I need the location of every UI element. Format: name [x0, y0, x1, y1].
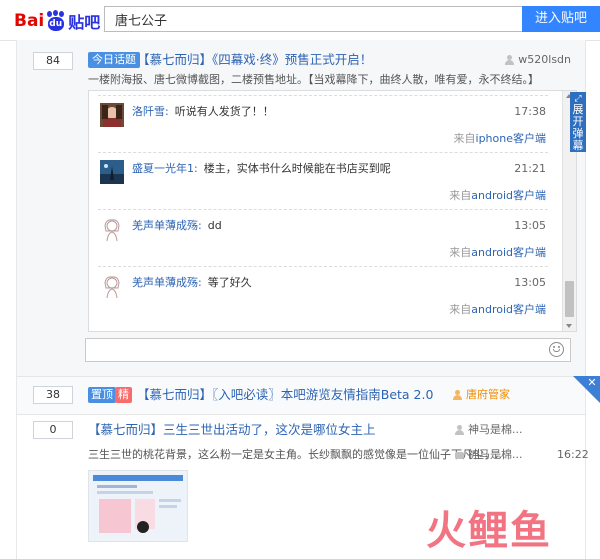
enter-tieba-button[interactable]: 进入贴吧: [522, 6, 600, 32]
comment-source-link[interactable]: android客户端: [471, 246, 546, 259]
avatar[interactable]: [100, 103, 124, 127]
last-reply-time: 16:22: [557, 448, 589, 461]
comment-source-prefix: 来自: [449, 246, 472, 259]
comment-user[interactable]: 洛阡雪: 听说有人发货了！！: [132, 105, 274, 119]
comment-user[interactable]: 羌声单薄成殇: 等了好久: [132, 276, 252, 290]
reply-count-badge: 84: [33, 52, 73, 70]
comment-time: 13:05: [514, 219, 546, 232]
reply-count-badge: 0: [33, 421, 73, 439]
thread-author-name: 神马是棉...: [468, 423, 523, 436]
comment-user[interactable]: 羌声单薄成殇: dd: [132, 219, 222, 233]
thread-title-link[interactable]: 【慕七而归】《四幕戏·终》预售正式开启！: [137, 52, 372, 68]
close-icon[interactable]: ✕: [585, 377, 599, 391]
comment-source-link[interactable]: android客户端: [471, 303, 546, 316]
comment-item: 洛阡雪: 听说有人发货了！！ 17:38 来自iphone客户端: [98, 95, 548, 153]
thread-author[interactable]: 唐府管家: [453, 387, 510, 403]
search-input[interactable]: [104, 6, 522, 32]
expand-danmaku-button[interactable]: ⤢ 展开弹幕: [570, 92, 586, 152]
user-icon: [505, 55, 515, 65]
thread-author-name: w520lsdn: [518, 53, 571, 66]
user-icon: [455, 425, 464, 435]
last-replier[interactable]: 神马是棉...: [455, 448, 523, 462]
reply-bubble-icon: [455, 451, 464, 459]
thread-author-name: 唐府管家: [466, 388, 510, 401]
comment-source: 来自android客户端: [449, 189, 546, 203]
reply-input[interactable]: [85, 338, 571, 362]
logo-du-text: du: [49, 19, 63, 29]
expand-danmaku-label: 展开弹幕: [572, 103, 584, 152]
comment-text: dd: [207, 219, 222, 232]
avatar[interactable]: [100, 274, 124, 299]
comment-user-name: 羌声单薄成殇:: [132, 276, 202, 289]
comment-source: 来自iphone客户端: [454, 132, 546, 146]
comment-source: 来自android客户端: [449, 246, 546, 260]
scrollbar-thumb[interactable]: [565, 281, 574, 317]
logo-bai-text: Bai: [14, 11, 45, 31]
comment-user-name: 羌声单薄成殇:: [132, 219, 202, 232]
comment-source-prefix: 来自: [449, 189, 472, 202]
essence-tag: 精: [115, 387, 132, 403]
thread-thumbnail-image[interactable]: [88, 470, 188, 542]
thread-abstract: 一楼附海报、唐七微博截图，二楼预售地址。【当戏幕降下，曲终人散，唯有爱，永不终结…: [88, 73, 539, 86]
comment-source-link[interactable]: iphone客户端: [476, 132, 546, 145]
comment-text: 楼主，实体书什么时候能在书店买到呢: [203, 162, 391, 175]
baidu-paw-icon: du: [45, 10, 67, 32]
comment-time: 21:21: [514, 162, 546, 175]
comment-time: 13:05: [514, 276, 546, 289]
user-icon: [453, 390, 462, 400]
tieba-logo[interactable]: Bai du 贴吧: [14, 8, 100, 34]
today-topic-tag: 今日话题: [88, 52, 140, 68]
top-bar: Bai du 贴吧 进入贴吧: [0, 0, 600, 41]
comment-text: 等了好久: [207, 276, 252, 289]
scroll-down-arrow-icon[interactable]: [566, 324, 572, 328]
comment-user-name: 盛夏一光年1:: [132, 162, 198, 175]
reply-count-badge: 38: [33, 386, 73, 404]
comment-user[interactable]: 盛夏一光年1: 楼主，实体书什么时候能在书店买到呢: [132, 162, 391, 176]
thread-list: 84 今日话题 【慕七而归】《四幕戏·终》预售正式开启！ w520lsdn 一楼…: [16, 40, 600, 559]
thread-author[interactable]: w520lsdn: [505, 52, 571, 68]
comment-item: 盛夏一光年1: 楼主，实体书什么时候能在书店买到呢 21:21 来自android…: [98, 152, 548, 210]
comment-user-name: 洛阡雪:: [132, 105, 169, 118]
comment-source: 来自android客户端: [449, 303, 546, 317]
comment-text: 听说有人发货了！！: [174, 105, 274, 118]
pinned-tag: 置顶: [88, 387, 116, 403]
thread-title-link[interactable]: 【慕七而归】〖入吧必读〗本吧游览友情指南Beta 2.0: [137, 387, 433, 403]
emoji-smile-icon[interactable]: [549, 342, 564, 357]
avatar[interactable]: [100, 217, 124, 242]
thread-title-link[interactable]: 【慕七而归】三生三世出活动了，这次是哪位女主上: [88, 422, 376, 438]
last-replier-name: 神马是棉...: [468, 448, 523, 461]
comment-item: 羌声单薄成殇: dd 13:05 来自android客户端: [98, 209, 548, 267]
comment-item: 羌声单薄成殇: 等了好久 13:05 来自android客户端: [98, 266, 548, 324]
logo-tieba-text: 贴吧: [68, 13, 101, 32]
comment-time: 17:38: [514, 105, 546, 118]
thread-author[interactable]: 神马是棉...: [455, 422, 523, 438]
comment-source-link[interactable]: android客户端: [471, 189, 546, 202]
bullet-comment-box: 洛阡雪: 听说有人发货了！！ 17:38 来自iphone客户端 盛夏一光年1: 楼…: [88, 90, 577, 332]
comment-source-prefix: 来自: [449, 303, 472, 316]
thread-item-featured: 84 今日话题 【慕七而归】《四幕戏·终》预售正式开启！ w520lsdn 一楼…: [17, 40, 586, 376]
comment-source-prefix: 来自: [453, 132, 476, 145]
thread-item-pinned: 38 置顶 精 【慕七而归】〖入吧必读〗本吧游览友情指南Beta 2.0 唐府管…: [17, 376, 585, 415]
thread-abstract: 三生三世的桃花背景，这么粉一定是女主角。长纱飘飘的感觉像是一位仙子下凡尘，...: [88, 448, 506, 461]
watermark-logo: 火鲤鱼: [426, 508, 552, 554]
avatar[interactable]: [100, 160, 124, 184]
